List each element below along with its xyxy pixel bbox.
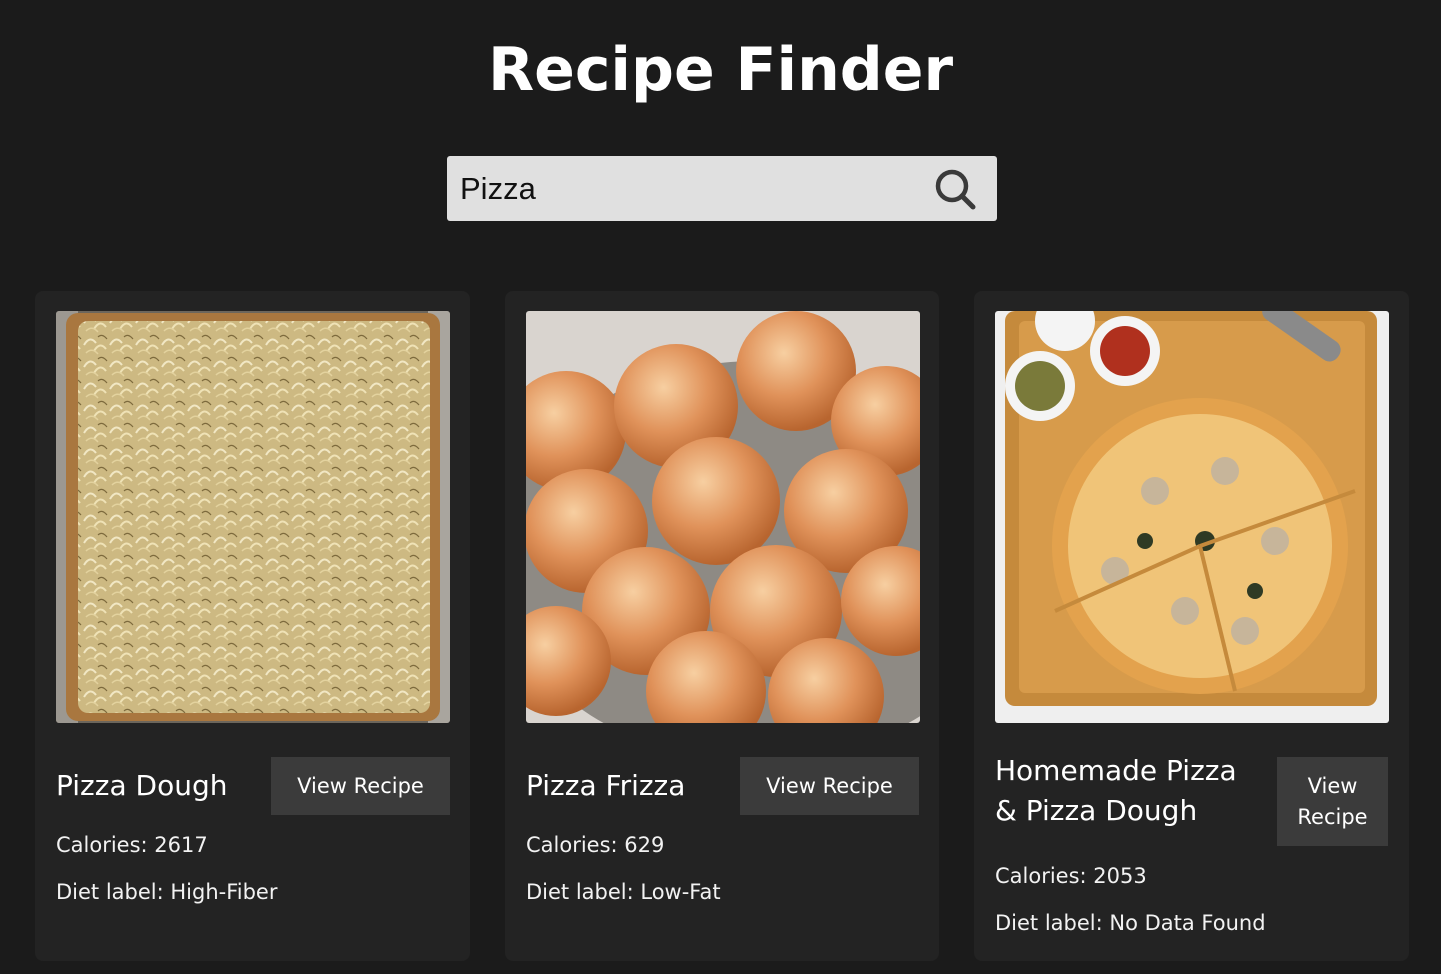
recipe-calories: Calories: 2617 (56, 833, 208, 857)
recipe-title: Homemade Pizza & Pizza Dough (995, 754, 1237, 827)
view-recipe-button[interactable]: View Recipe (271, 757, 450, 815)
recipe-image (56, 311, 450, 723)
recipe-diet-label: Diet label: High-Fiber (56, 880, 278, 904)
recipe-calories: Calories: 2053 (995, 864, 1147, 888)
search-button[interactable] (930, 164, 982, 214)
recipe-finder-page: Recipe Finder Pizza Pizza Dough View Rec… (0, 0, 1441, 974)
view-recipe-button[interactable]: View Recipe (740, 757, 919, 815)
recipe-image (995, 311, 1389, 723)
view-recipe-button[interactable]: View Recipe (1277, 757, 1388, 846)
recipe-card: Pizza Frizza View Recipe Calories: 629 D… (505, 291, 939, 961)
recipe-diet-label: Diet label: Low-Fat (526, 880, 721, 904)
search-input[interactable] (447, 156, 927, 221)
recipe-title: Pizza Dough (56, 769, 228, 802)
recipe-image (526, 311, 920, 723)
search-bar (447, 156, 997, 221)
recipe-card: Homemade Pizza & Pizza Dough View Recipe… (974, 291, 1409, 961)
recipe-title: Pizza Frizza (526, 769, 686, 802)
search-icon (935, 169, 976, 210)
recipe-diet-label: Diet label: No Data Found (995, 911, 1266, 935)
page-title: Recipe Finder (487, 35, 954, 105)
recipe-calories: Calories: 629 (526, 833, 665, 857)
recipe-card: Pizza Dough View Recipe Calories: 2617 D… (35, 291, 470, 961)
